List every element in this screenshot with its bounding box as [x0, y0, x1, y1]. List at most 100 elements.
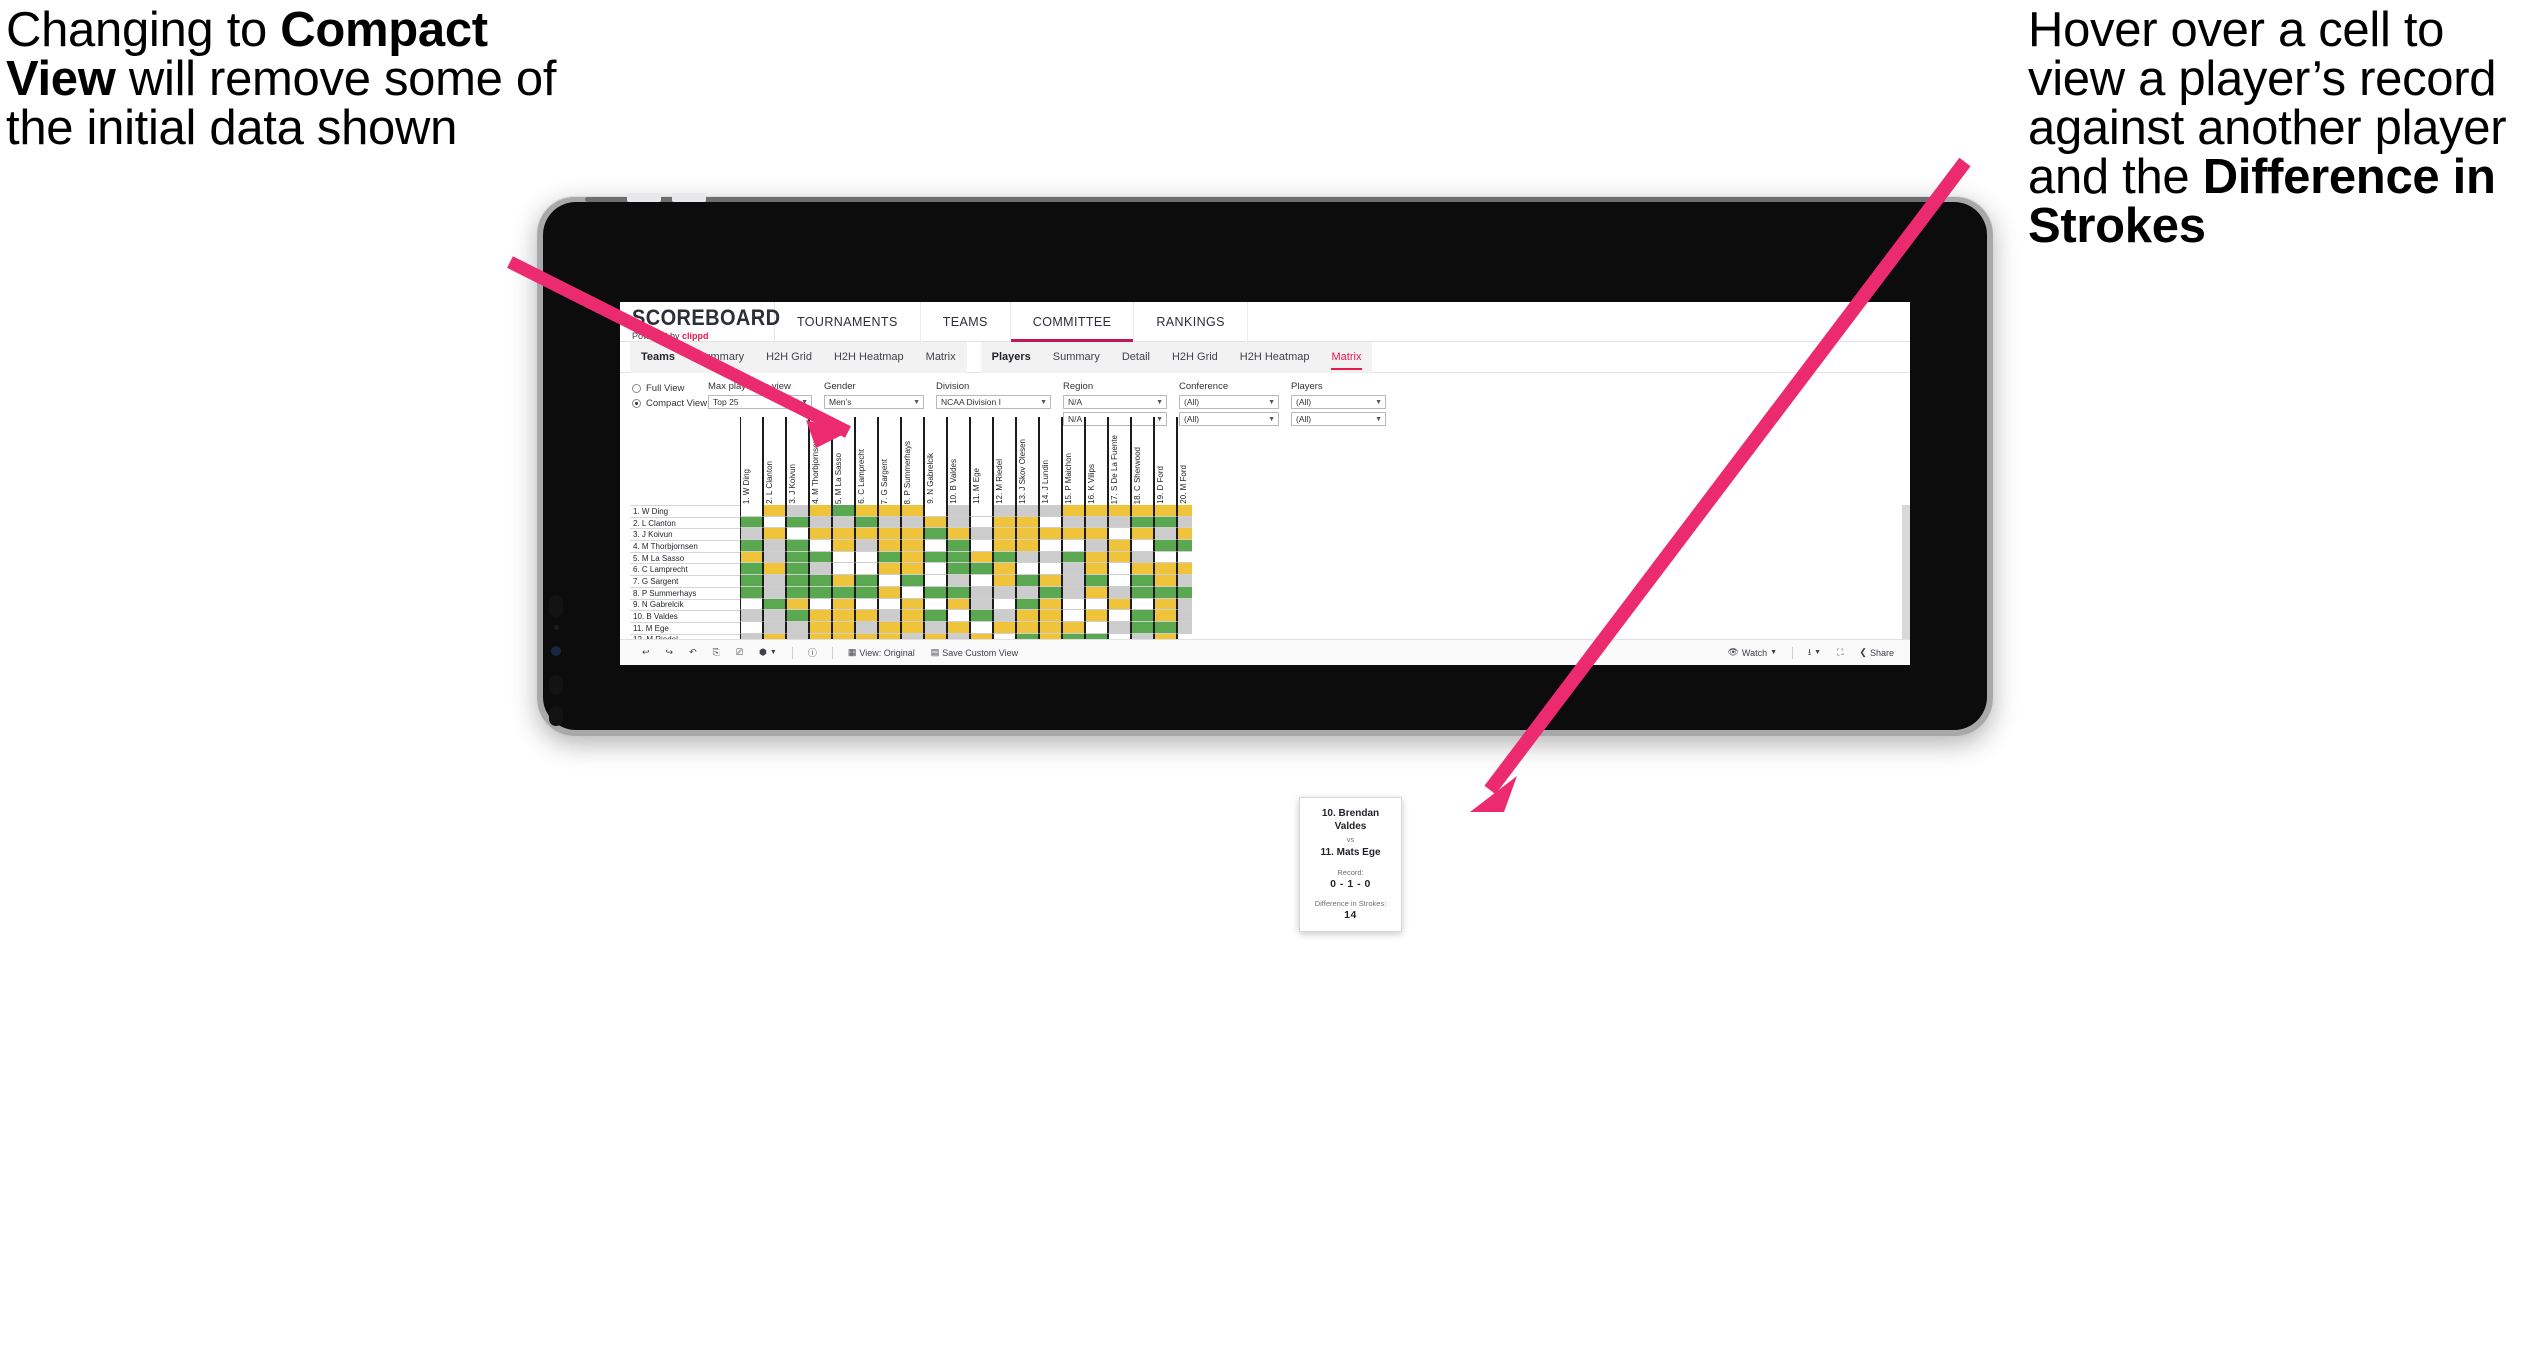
matrix-cell[interactable] — [763, 598, 786, 611]
radio-full-view[interactable]: Full View — [632, 383, 708, 394]
matrix-cell[interactable] — [786, 575, 809, 587]
matrix-cell[interactable] — [809, 528, 832, 541]
matrix-cell[interactable] — [1016, 528, 1039, 541]
matrix-col-header[interactable]: 20. M Ford — [1177, 417, 1192, 505]
matrix-cell[interactable] — [970, 540, 993, 552]
matrix-cell[interactable] — [763, 505, 786, 517]
matrix-cell[interactable] — [924, 540, 947, 552]
matrix-cell[interactable] — [1085, 540, 1108, 552]
matrix-cell[interactable] — [786, 621, 809, 634]
matrix-cell[interactable] — [901, 586, 924, 599]
matrix-cell[interactable] — [1177, 563, 1192, 576]
matrix-cell[interactable] — [1108, 516, 1131, 529]
matrix-cell[interactable] — [1016, 598, 1039, 611]
matrix-cell[interactable] — [855, 551, 878, 564]
matrix-cell[interactable] — [1108, 540, 1131, 552]
matrix-cell[interactable] — [924, 505, 947, 517]
matrix-cell[interactable] — [993, 528, 1016, 541]
matrix-cell[interactable] — [855, 540, 878, 552]
matrix-cell[interactable] — [1177, 575, 1192, 587]
matrix-cell[interactable] — [993, 516, 1016, 529]
matrix-cell[interactable] — [901, 563, 924, 576]
matrix-cell[interactable] — [1016, 505, 1039, 517]
matrix-cell[interactable] — [740, 540, 763, 552]
matrix-cell[interactable] — [1062, 575, 1085, 587]
matrix-cell[interactable] — [809, 621, 832, 634]
matrix-cell[interactable] — [1108, 575, 1131, 587]
matrix-cell[interactable] — [1177, 621, 1192, 634]
matrix-cell[interactable] — [1085, 505, 1108, 517]
matrix-cell[interactable] — [924, 586, 947, 599]
download-button[interactable]: ⭳ ▼ — [1800, 640, 1829, 666]
matrix-cell[interactable] — [878, 586, 901, 599]
matrix-row-header[interactable]: 4. M Thorbjornsen — [630, 540, 740, 552]
matrix-cell[interactable] — [1131, 610, 1154, 622]
matrix-cell[interactable] — [809, 551, 832, 564]
matrix-cell[interactable] — [1039, 563, 1062, 576]
matrix-row-header[interactable]: 2. L Clanton — [630, 516, 740, 529]
matrix-col-header[interactable]: 16. K Vilips — [1085, 417, 1108, 505]
matrix-cell[interactable] — [1154, 610, 1177, 622]
subtab-players-h2h-heatmap[interactable]: H2H Heatmap — [1229, 342, 1321, 373]
matrix-cell[interactable] — [786, 540, 809, 552]
matrix-cell[interactable] — [855, 621, 878, 634]
matrix-cell[interactable] — [970, 621, 993, 634]
matrix-cell[interactable] — [1062, 598, 1085, 611]
matrix-cell[interactable] — [809, 505, 832, 517]
matrix-cell[interactable] — [993, 575, 1016, 587]
matrix-cell[interactable] — [878, 621, 901, 634]
matrix-cell[interactable] — [1062, 586, 1085, 599]
matrix-cell[interactable] — [1131, 528, 1154, 541]
matrix-col-header[interactable]: 7. G Sargent — [878, 417, 901, 505]
matrix-cell[interactable] — [901, 598, 924, 611]
matrix-col-header[interactable]: 5. M La Sasso — [832, 417, 855, 505]
matrix-cell[interactable] — [1177, 586, 1192, 599]
matrix-cell[interactable] — [1154, 540, 1177, 552]
matrix-cell[interactable] — [1016, 621, 1039, 634]
matrix-cell[interactable] — [924, 598, 947, 611]
matrix-cell[interactable] — [970, 586, 993, 599]
matrix-cell[interactable] — [1131, 540, 1154, 552]
matrix-cell[interactable] — [740, 528, 763, 541]
matrix-cell[interactable] — [947, 598, 970, 611]
matrix-cell[interactable] — [947, 551, 970, 564]
matrix-cell[interactable] — [786, 598, 809, 611]
matrix-cell[interactable] — [740, 621, 763, 634]
matrix-cell[interactable] — [993, 598, 1016, 611]
matrix-row-header[interactable]: 9. N Gabrelcik — [630, 598, 740, 611]
matrix-cell[interactable] — [1039, 621, 1062, 634]
matrix-cell[interactable] — [924, 621, 947, 634]
matrix-cell[interactable] — [878, 528, 901, 541]
matrix-cell[interactable] — [1085, 598, 1108, 611]
matrix-cell[interactable] — [1154, 586, 1177, 599]
matrix-cell[interactable] — [832, 586, 855, 599]
matrix-col-header[interactable]: 17. S De La Fuente — [1108, 417, 1131, 505]
matrix-cell[interactable] — [924, 516, 947, 529]
matrix-cell[interactable] — [970, 610, 993, 622]
matrix-cell[interactable] — [1108, 598, 1131, 611]
matrix-cell[interactable] — [1108, 563, 1131, 576]
matrix-cell[interactable] — [809, 563, 832, 576]
matrix-cell[interactable] — [947, 575, 970, 587]
matrix-cell[interactable] — [855, 586, 878, 599]
matrix-cell[interactable] — [924, 563, 947, 576]
matrix-cell[interactable] — [1154, 551, 1177, 564]
matrix-cell[interactable] — [763, 516, 786, 529]
matrix-cell[interactable] — [1154, 516, 1177, 529]
undo-button[interactable]: ↩ — [634, 640, 658, 666]
matrix-cell[interactable] — [878, 505, 901, 517]
matrix-col-header[interactable]: 3. J Koivun — [786, 417, 809, 505]
matrix-row-header[interactable]: 11. M Ege — [630, 621, 740, 634]
matrix-cell[interactable] — [1085, 621, 1108, 634]
matrix-grid-scroll[interactable]: 1. W Ding 2. L Clanton 3. J Koivun 4. M Tho… — [740, 417, 1192, 665]
matrix-cell[interactable] — [1062, 610, 1085, 622]
matrix-cell[interactable] — [786, 563, 809, 576]
matrix-cell[interactable] — [947, 528, 970, 541]
subtab-players-h2h-grid[interactable]: H2H Grid — [1161, 342, 1229, 373]
h2h-matrix[interactable]: 1. W Ding 2. L Clanton 3. J Koivun 4. M Tho… — [630, 417, 1910, 665]
matrix-cell[interactable] — [970, 551, 993, 564]
matrix-col-header[interactable]: 15. P Maichon — [1062, 417, 1085, 505]
matrix-cell[interactable] — [855, 505, 878, 517]
matrix-cell[interactable] — [1131, 516, 1154, 529]
matrix-cell[interactable] — [901, 621, 924, 634]
